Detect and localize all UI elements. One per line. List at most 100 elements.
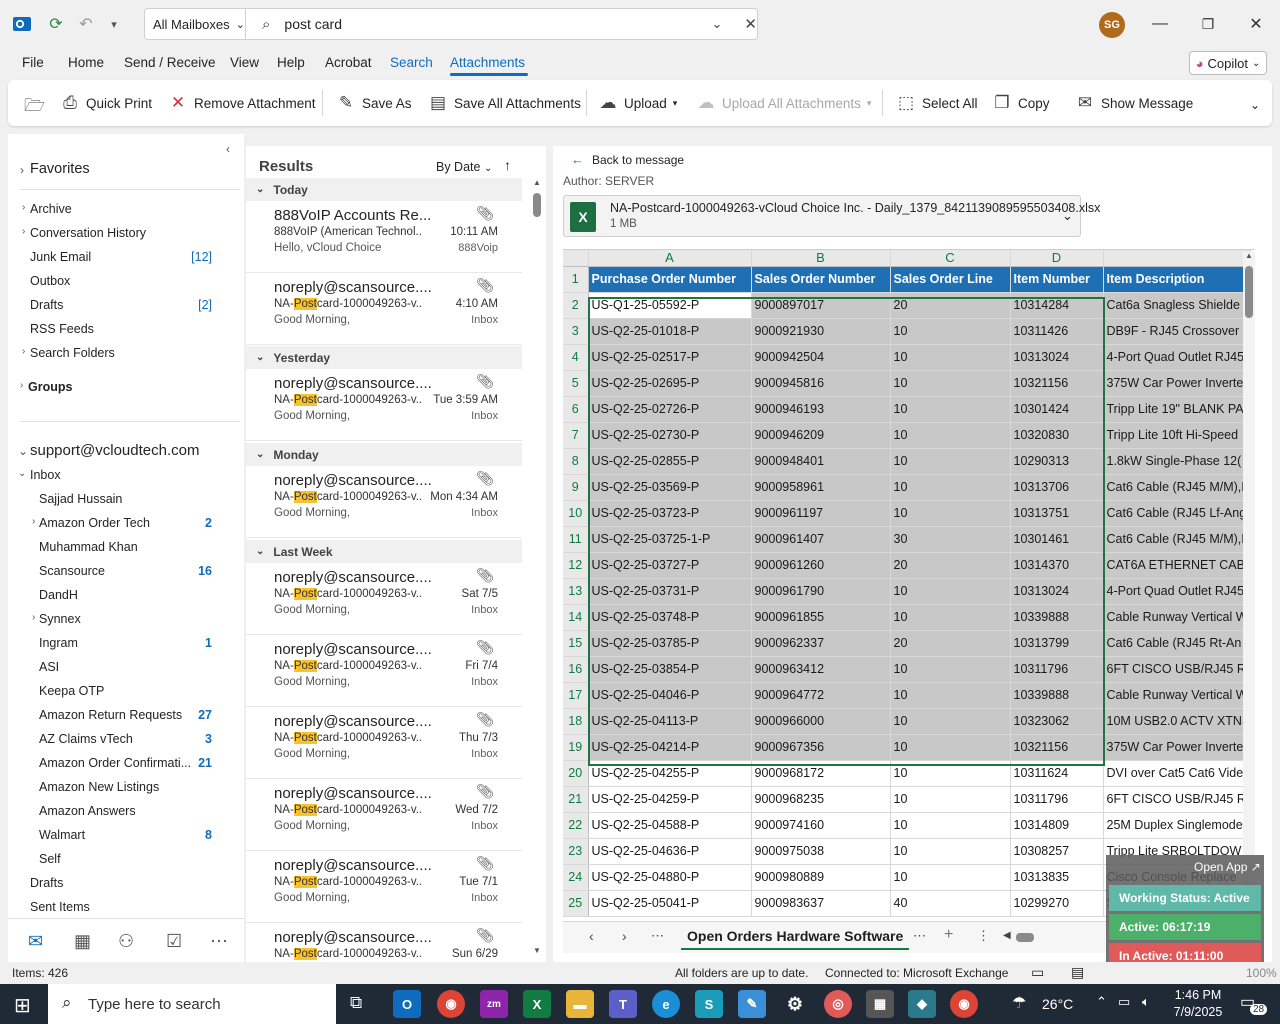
column-header[interactable]: B [751,250,891,267]
cell[interactable]: US-Q2-25-03725-1-P [588,526,752,553]
row-number[interactable]: 6 [563,396,589,423]
header-cell[interactable]: Item Description [1103,266,1252,293]
cell[interactable]: US-Q2-25-04259-P [588,786,752,813]
row-number[interactable]: 19 [563,734,589,761]
cell[interactable]: Cat6a Snagless Shielde [1103,292,1252,319]
cell[interactable]: 9000942504 [751,344,891,371]
cell[interactable]: 10313024 [1010,578,1104,605]
windows-start-icon[interactable]: ⊞ [14,993,31,1018]
close-window-icon[interactable]: ✕ [1241,10,1271,38]
more-apps-icon[interactable]: ⋯ [210,931,228,952]
chevron-down-icon[interactable]: ⌄ [18,444,28,458]
cell[interactable]: US-Q2-25-02726-P [588,396,752,423]
copilot-button[interactable]: ◕ Copilot ⌄ [1189,51,1267,75]
favorites-header[interactable]: Favorites [30,161,90,177]
subfolder-item[interactable]: ASI [39,660,212,674]
clock-time[interactable]: 1:46 PM [1168,988,1228,1002]
folder-archive[interactable]: Archive [30,202,212,216]
cell[interactable]: Cat6 Cable (RJ45 M/M),I [1103,526,1252,553]
menu-view[interactable]: View [230,55,259,70]
scroll-up-icon[interactable]: ▲ [1245,251,1253,260]
row-number[interactable]: 4 [563,344,589,371]
menu-search[interactable]: Search [390,55,433,70]
row-number[interactable]: 13 [563,578,589,605]
row-number[interactable]: 23 [563,838,589,865]
subfolder-item[interactable]: DandH [39,588,212,602]
cell[interactable]: 10 [890,500,1011,527]
list-item[interactable]: noreply@scansource.... NA-Postcard-100004… [246,851,522,923]
cell[interactable]: 9000967356 [751,734,891,761]
cell[interactable]: US-Q2-25-03569-P [588,474,752,501]
cell[interactable]: 9000962337 [751,630,891,657]
horizontal-scrollbar-thumb[interactable] [1016,933,1034,942]
menu-acrobat[interactable]: Acrobat [325,55,372,70]
folder-drafts[interactable]: Drafts [2] [30,298,212,312]
subfolder-item[interactable]: Scansource 16 [39,564,212,578]
row-number[interactable]: 20 [563,760,589,787]
app-teal-taskbar-icon[interactable]: ◆ [908,990,936,1018]
cell[interactable]: 10 [890,656,1011,683]
cell[interactable]: 10301424 [1010,396,1104,423]
cell[interactable]: US-Q2-25-03731-P [588,578,752,605]
list-item[interactable]: noreply@scansource.... NA-Postcard-100004… [246,273,522,345]
cell[interactable]: 9000921930 [751,318,891,345]
people-icon[interactable]: ⚇ [118,931,134,952]
search-options-chevron-icon[interactable]: ⌄ [712,16,723,32]
cell[interactable]: 9000966000 [751,708,891,735]
row-number[interactable]: 14 [563,604,589,631]
cell[interactable]: 10313751 [1010,500,1104,527]
cell[interactable]: Cat6 Cable (RJ45 Rt-An [1103,630,1252,657]
cell[interactable]: US-Q2-25-02695-P [588,370,752,397]
select-all-button[interactable]: ⬚ Select All [896,93,978,113]
back-to-message-link[interactable]: ← Back to message [571,152,684,167]
subfolder-item[interactable]: AZ Claims vTech 3 [39,732,212,746]
cell[interactable]: 9000948401 [751,448,891,475]
header-cell[interactable]: Item Number [1010,266,1104,293]
chevron-right-icon[interactable]: › [20,380,23,391]
list-item[interactable]: noreply@scansource.... NA-Postcard-100004… [246,563,522,635]
app-red-taskbar-icon[interactable]: ◎ [824,990,852,1018]
folder-outbox[interactable]: Outbox [30,274,212,288]
cell[interactable]: US-Q2-25-04636-P [588,838,752,865]
cell[interactable]: 10 [890,318,1011,345]
cell[interactable]: US-Q2-25-04046-P [588,682,752,709]
cell[interactable]: 9000963412 [751,656,891,683]
tray-chevron-up-icon[interactable]: ⌃ [1096,994,1107,1010]
list-item[interactable]: noreply@scansource.... NA-Postcard-100004… [246,369,522,441]
cell[interactable]: 10311796 [1010,786,1104,813]
clock-date[interactable]: 7/9/2025 [1168,1005,1228,1019]
task-view-icon[interactable]: ⧉ [350,993,362,1013]
menu-send-receive[interactable]: Send / Receive [124,55,216,70]
chevron-right-icon[interactable]: › [20,163,24,177]
list-item[interactable]: noreply@scansource.... NA-Postcard-100004… [246,923,522,962]
cell[interactable]: 9000968172 [751,760,891,787]
subfolder-item[interactable]: Amazon Answers [39,804,212,818]
open-button[interactable]: 🗁 [24,93,45,122]
list-item[interactable]: noreply@scansource.... NA-Postcard-100004… [246,635,522,707]
cell[interactable]: US-Q2-25-03748-P [588,604,752,631]
chevron-right-icon[interactable]: › [32,516,35,527]
quick-print-button[interactable]: ⎙ Quick Print [60,93,152,113]
cell[interactable]: 10313024 [1010,344,1104,371]
subfolder-item[interactable]: Keepa OTP [39,684,212,698]
outlook-taskbar-icon[interactable]: O [393,990,421,1018]
chevron-right-icon[interactable]: › [22,346,25,357]
cell[interactable]: 9000897017 [751,292,891,319]
chevron-right-icon[interactable]: › [22,226,25,237]
cell[interactable]: 10 [890,344,1011,371]
ribbon-expand-icon[interactable]: ⌄ [1250,98,1260,112]
undo-icon[interactable]: ↶ [74,12,98,36]
chevron-down-icon[interactable]: ⌄ [18,468,26,479]
folder-conversation-history[interactable]: Conversation History [30,226,212,240]
row-number[interactable]: 9 [563,474,589,501]
chevron-right-icon[interactable]: › [32,612,35,623]
folder-inbox[interactable]: Inbox [30,468,61,482]
subfolder-item[interactable]: Sajjad Hussain [39,492,212,506]
list-item[interactable]: noreply@scansource.... NA-Postcard-100004… [246,779,522,851]
row-number[interactable]: 10 [563,500,589,527]
cell[interactable]: CAT6A ETHERNET CAB [1103,552,1252,579]
cell[interactable]: 10323062 [1010,708,1104,735]
cell[interactable]: 9000958961 [751,474,891,501]
cell[interactable]: 9000975038 [751,838,891,865]
row-number[interactable]: 21 [563,786,589,813]
